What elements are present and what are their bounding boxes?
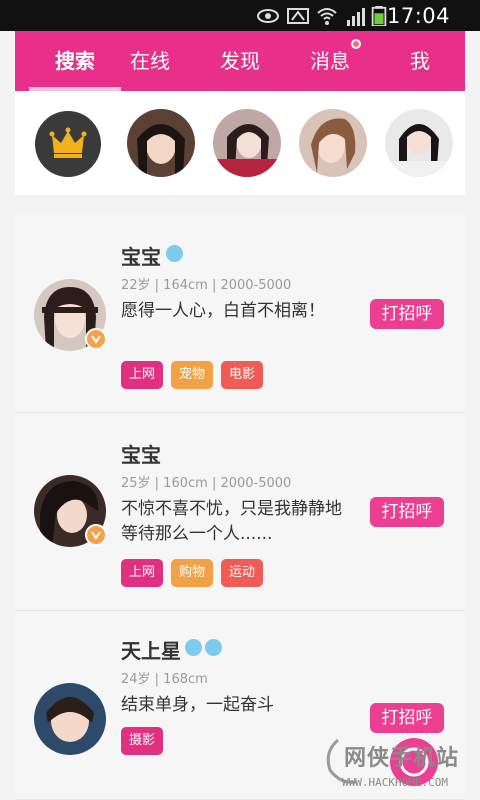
user-photo xyxy=(385,109,453,177)
featured-avatar-2[interactable] xyxy=(213,109,281,177)
eye-icon xyxy=(257,9,279,23)
user-name: 宝宝 xyxy=(121,245,161,269)
watermark-url: WWW.HACKHOME.COM xyxy=(342,776,448,789)
interest-tag: 上网 xyxy=(121,559,164,587)
watermark-title: 网侠手机站 xyxy=(344,746,460,771)
verified-id-icon xyxy=(205,639,222,656)
interest-tag: 电影 xyxy=(221,361,264,389)
verified-badge xyxy=(85,328,107,350)
user-photo xyxy=(127,109,195,177)
status-bar: 17:04 xyxy=(0,0,480,31)
check-v-icon xyxy=(91,531,101,540)
user-list: 宝宝 22岁 | 164cm | 2000-5000 愿得一人心，白首不相离！ … xyxy=(15,215,465,800)
tab-discover[interactable]: 发现 xyxy=(200,31,280,91)
featured-avatar-3[interactable] xyxy=(299,109,367,177)
user-photo xyxy=(34,683,106,755)
site-watermark: 网侠手机站 WWW.HACKHOME.COM xyxy=(316,726,480,800)
user-name: 天上星 xyxy=(121,639,181,663)
verified-badge xyxy=(85,524,107,546)
verified-phone-icon xyxy=(166,245,183,262)
user-meta: 24岁 | 168cm xyxy=(121,672,208,687)
user-meta: 25岁 | 160cm | 2000-5000 xyxy=(121,476,292,491)
greet-button[interactable]: 打招呼 xyxy=(370,299,444,329)
list-item[interactable]: 宝宝 22岁 | 164cm | 2000-5000 愿得一人心，白首不相离！ … xyxy=(15,215,465,413)
list-item[interactable]: 宝宝 25岁 | 160cm | 2000-5000 不惊不喜不忧，只是我静静地… xyxy=(15,413,465,611)
wifi-icon xyxy=(317,8,337,25)
nfc-icon xyxy=(287,8,309,24)
interest-tag: 购物 xyxy=(171,559,214,587)
verified-phone-icon xyxy=(185,639,202,656)
tab-online[interactable]: 在线 xyxy=(110,31,190,91)
interest-tag: 摄影 xyxy=(121,727,164,755)
featured-avatar-4[interactable] xyxy=(385,109,453,177)
avatar[interactable] xyxy=(34,683,106,755)
clock: 17:04 xyxy=(386,4,450,28)
user-photo xyxy=(299,109,367,177)
greet-button[interactable]: 打招呼 xyxy=(370,497,444,527)
featured-avatar-strip xyxy=(15,91,465,195)
vip-crown-button[interactable] xyxy=(35,111,101,177)
user-meta: 22岁 | 164cm | 2000-5000 xyxy=(121,278,292,293)
interest-tag: 上网 xyxy=(121,361,164,389)
user-bio: 愿得一人心，白首不相离！ xyxy=(121,301,325,321)
signal-icon xyxy=(347,8,365,26)
tab-bar: 搜索 在线 发现 消息 我 xyxy=(15,31,465,91)
user-name: 宝宝 xyxy=(121,443,161,467)
user-photo xyxy=(213,109,281,177)
user-bio: 不惊不喜不忧，只是我静静地等待那么一个人...... xyxy=(121,499,342,544)
check-v-icon xyxy=(91,335,101,344)
tab-search[interactable]: 搜索 xyxy=(35,31,115,91)
interest-tag: 运动 xyxy=(221,559,264,587)
featured-avatar-1[interactable] xyxy=(127,109,195,177)
battery-icon xyxy=(371,6,387,26)
user-bio: 结束单身，一起奋斗 xyxy=(121,695,274,715)
tab-me[interactable]: 我 xyxy=(380,31,460,91)
crown-icon xyxy=(49,127,87,158)
unread-dot xyxy=(351,39,361,49)
interest-tag: 宠物 xyxy=(171,361,214,389)
